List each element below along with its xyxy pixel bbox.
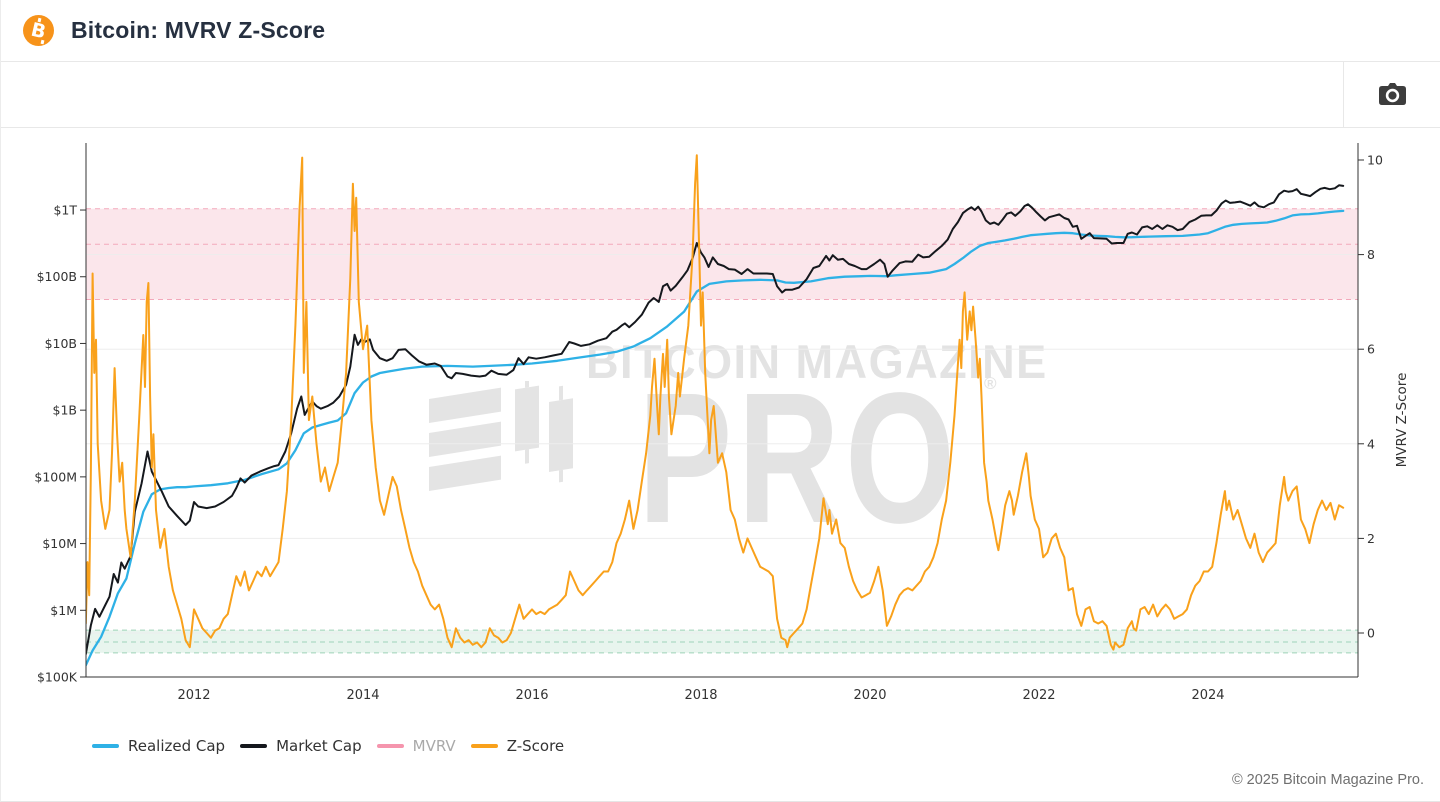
legend-item-mvrv[interactable]: MVRV — [377, 737, 456, 755]
legend-swatch — [471, 744, 498, 748]
svg-text:2: 2 — [1367, 531, 1375, 546]
chart-area: BITCOIN MAGAZINE PRO ® $1T$100B$10B$1B$1… — [1, 128, 1440, 713]
legend-label: Z-Score — [507, 737, 564, 755]
x-axis-labels: 2012 2014 2016 2018 2020 2022 2024 — [177, 688, 1224, 703]
svg-text:2022: 2022 — [1022, 688, 1055, 703]
chart-legend: Realized Cap Market Cap MVRV Z-Score — [1, 729, 1440, 763]
legend-label: Market Cap — [276, 737, 362, 755]
svg-text:2018: 2018 — [684, 688, 717, 703]
svg-text:2020: 2020 — [853, 688, 886, 703]
camera-icon — [1379, 83, 1406, 106]
legend-label: MVRV — [413, 737, 456, 755]
svg-text:10: 10 — [1367, 153, 1383, 168]
svg-text:$1M: $1M — [50, 603, 77, 618]
legend-swatch — [240, 744, 267, 748]
svg-text:8: 8 — [1367, 247, 1375, 262]
svg-text:2016: 2016 — [515, 688, 548, 703]
header: B Bitcoin: MVRV Z-Score — [1, 0, 1440, 62]
svg-text:$1T: $1T — [53, 203, 77, 218]
svg-text:2012: 2012 — [177, 688, 210, 703]
legend-swatch — [92, 744, 119, 748]
page-title: Bitcoin: MVRV Z-Score — [71, 17, 325, 44]
legend-swatch — [377, 744, 404, 748]
legend-item-realized-cap[interactable]: Realized Cap — [92, 737, 225, 755]
screenshot-button[interactable] — [1370, 75, 1414, 115]
camera-cell — [1343, 62, 1440, 127]
svg-text:$1B: $1B — [53, 403, 77, 418]
svg-text:$100B: $100B — [37, 269, 77, 284]
svg-text:0: 0 — [1367, 626, 1375, 641]
toolbar — [1, 62, 1440, 128]
gridlines — [86, 255, 1358, 633]
svg-text:6: 6 — [1367, 342, 1375, 357]
svg-text:$100M: $100M — [34, 469, 77, 484]
legend-label: Realized Cap — [128, 737, 225, 755]
mvrv-zscore-chart[interactable]: $1T$100B$10B$1B$100M$10M$1M$100K10864202… — [1, 128, 1440, 713]
svg-text:$10M: $10M — [42, 536, 77, 551]
right-axis-labels: 10 8 6 4 2 0 — [1367, 153, 1383, 641]
undervalued-zone — [86, 630, 1358, 653]
footer-copyright: © 2025 Bitcoin Magazine Pro. — [1, 763, 1440, 797]
svg-text:4: 4 — [1367, 436, 1375, 451]
legend-item-z-score[interactable]: Z-Score — [471, 737, 564, 755]
svg-text:2014: 2014 — [346, 688, 379, 703]
bitcoin-magazine-pro-widget: B Bitcoin: MVRV Z-Score — [0, 0, 1440, 802]
bitcoin-logo-icon: B — [23, 15, 54, 46]
svg-text:2024: 2024 — [1191, 688, 1224, 703]
svg-text:$100K: $100K — [37, 670, 78, 685]
svg-text:$10B: $10B — [45, 336, 77, 351]
left-axis-labels: $1T $100B $10B $1B $100M $10M $1M $100K — [34, 203, 77, 685]
right-axis-title: MVRV Z-Score — [1394, 373, 1410, 468]
legend-item-market-cap[interactable]: Market Cap — [240, 737, 362, 755]
